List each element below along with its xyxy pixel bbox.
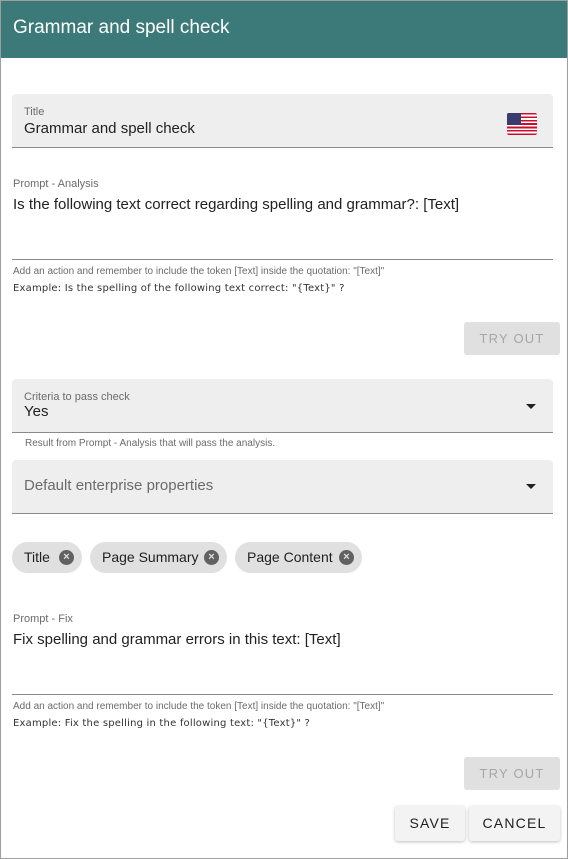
prompt-fix-label: Prompt - Fix: [13, 613, 73, 625]
chip-label: Page Summary: [102, 549, 199, 565]
prompt-fix-value: Fix spelling and grammar errors in this …: [13, 631, 341, 648]
title-field-value: Grammar and spell check: [24, 120, 195, 137]
chevron-down-icon[interactable]: [526, 404, 536, 409]
save-button[interactable]: SAVE: [395, 806, 465, 841]
close-icon[interactable]: ×: [59, 550, 74, 565]
chip-title[interactable]: Title ×: [12, 542, 82, 573]
prompt-fix-field[interactable]: Prompt - Fix Fix spelling and grammar er…: [12, 613, 553, 695]
dialog-header: Grammar and spell check: [1, 1, 567, 58]
chip-label: Title: [24, 549, 50, 565]
prompt-analysis-field[interactable]: Prompt - Analysis Is the following text …: [12, 178, 553, 260]
chip-page-content[interactable]: Page Content ×: [235, 542, 362, 573]
prompt-analysis-value: Is the following text correct regarding …: [13, 196, 460, 213]
prompt-analysis-helper: Add an action and remember to include th…: [13, 266, 385, 277]
prompt-fix-helper: Add an action and remember to include th…: [13, 701, 385, 712]
enterprise-properties-select[interactable]: Default enterprise properties: [12, 460, 553, 514]
prompt-analysis-label: Prompt - Analysis: [13, 178, 99, 190]
title-field-label: Title: [24, 106, 45, 118]
cancel-button[interactable]: CANCEL: [469, 806, 560, 841]
prompt-analysis-example: Example: Is the spelling of the followin…: [13, 283, 345, 294]
criteria-select[interactable]: Criteria to pass check Yes: [12, 379, 553, 433]
close-icon[interactable]: ×: [339, 550, 354, 565]
dialog-title: Grammar and spell check: [13, 17, 230, 38]
prompt-fix-example: Example: Fix the spelling in the followi…: [13, 718, 311, 729]
criteria-value: Yes: [24, 403, 49, 420]
chevron-down-icon[interactable]: [526, 484, 536, 489]
chip-label: Page Content: [247, 549, 333, 565]
try-out-analysis-button[interactable]: TRY OUT: [464, 322, 560, 355]
us-flag-icon[interactable]: [507, 113, 537, 135]
enterprise-properties-placeholder: Default enterprise properties: [24, 477, 214, 494]
close-icon[interactable]: ×: [204, 550, 219, 565]
title-field[interactable]: Title Grammar and spell check: [12, 94, 553, 148]
criteria-label: Criteria to pass check: [24, 391, 130, 403]
try-out-fix-button[interactable]: TRY OUT: [464, 757, 560, 790]
criteria-helper: Result from Prompt - Analysis that will …: [25, 438, 276, 449]
chip-page-summary[interactable]: Page Summary ×: [90, 542, 227, 573]
dialog: Grammar and spell check Title Grammar an…: [0, 0, 568, 859]
